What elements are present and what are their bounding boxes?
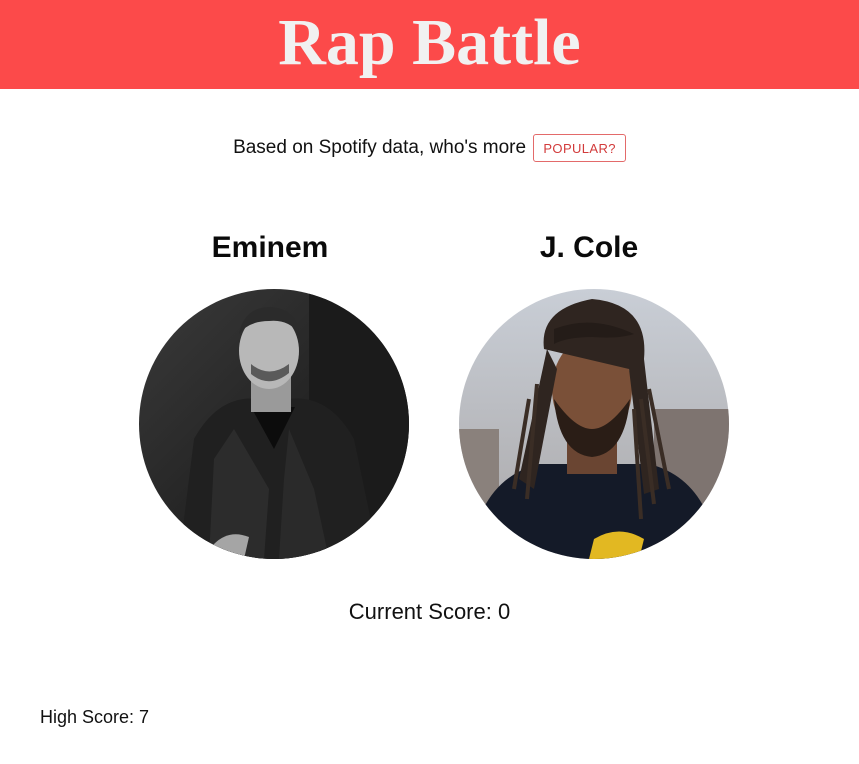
artist-photo-left[interactable] xyxy=(139,289,409,559)
artist-name-left: Eminem xyxy=(211,231,329,264)
popular-button[interactable]: POPULAR? xyxy=(533,134,626,162)
artist-name-right: J. Cole xyxy=(539,231,639,264)
header-bar: Rap Battle xyxy=(0,0,859,89)
high-score: High Score: 7 xyxy=(40,707,150,727)
current-score: Current Score: 0 xyxy=(348,599,511,624)
question-text: Based on Spotify data, who's more xyxy=(233,137,527,158)
artist-photo-right[interactable] xyxy=(459,289,729,559)
page-title: Rap Battle xyxy=(278,6,581,79)
question-prompt: Based on Spotify data, who's more POPULA… xyxy=(0,133,859,163)
